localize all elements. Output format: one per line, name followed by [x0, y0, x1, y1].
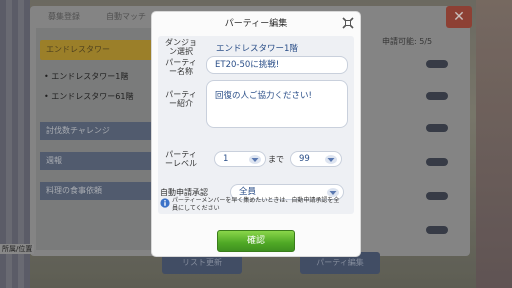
dungeon-select-label: ダンジョン選択 [165, 38, 197, 56]
level-range-separator: まで [268, 155, 284, 164]
info-icon [160, 198, 170, 208]
close-icon[interactable] [341, 16, 355, 30]
chevron-down-icon [325, 155, 337, 164]
chevron-down-icon [249, 155, 261, 164]
party-name-label: パーティー名称 [165, 58, 197, 76]
party-intro-label: パーティー紹介 [165, 90, 197, 108]
dungeon-value: エンドレスタワー1階 [216, 44, 298, 54]
dialog-title: パーティー編集 [224, 19, 288, 29]
confirm-button[interactable]: 確認 [217, 230, 295, 252]
level-max-value: 99 [299, 154, 310, 164]
auto-approve-hint: パーティーメンバーを早く集めたいときは、自動申請承認を全員にしてください [172, 197, 340, 212]
level-min-value: 1 [223, 154, 229, 164]
auto-approve-value: 全員 [239, 187, 257, 197]
chevron-down-icon [327, 188, 339, 197]
dialog-form: ダンジョン選択 エンドレスタワー1階 パーティー名称 ET20-50に挑戦! パ… [158, 36, 354, 214]
party-name-input[interactable]: ET20-50に挑戦! [206, 56, 348, 74]
auto-approve-label: 自動申請承認 [160, 188, 208, 197]
level-min-select[interactable]: 1 [214, 151, 266, 167]
party-intro-textarea[interactable]: 回復の人ご協力ください! [206, 80, 348, 128]
level-max-select[interactable]: 99 [290, 151, 342, 167]
party-edit-dialog: パーティー編集 ダンジョン選択 エンドレスタワー1階 パーティー名称 ET20-… [152, 12, 360, 256]
party-level-label: パーティーレベル [165, 150, 197, 168]
